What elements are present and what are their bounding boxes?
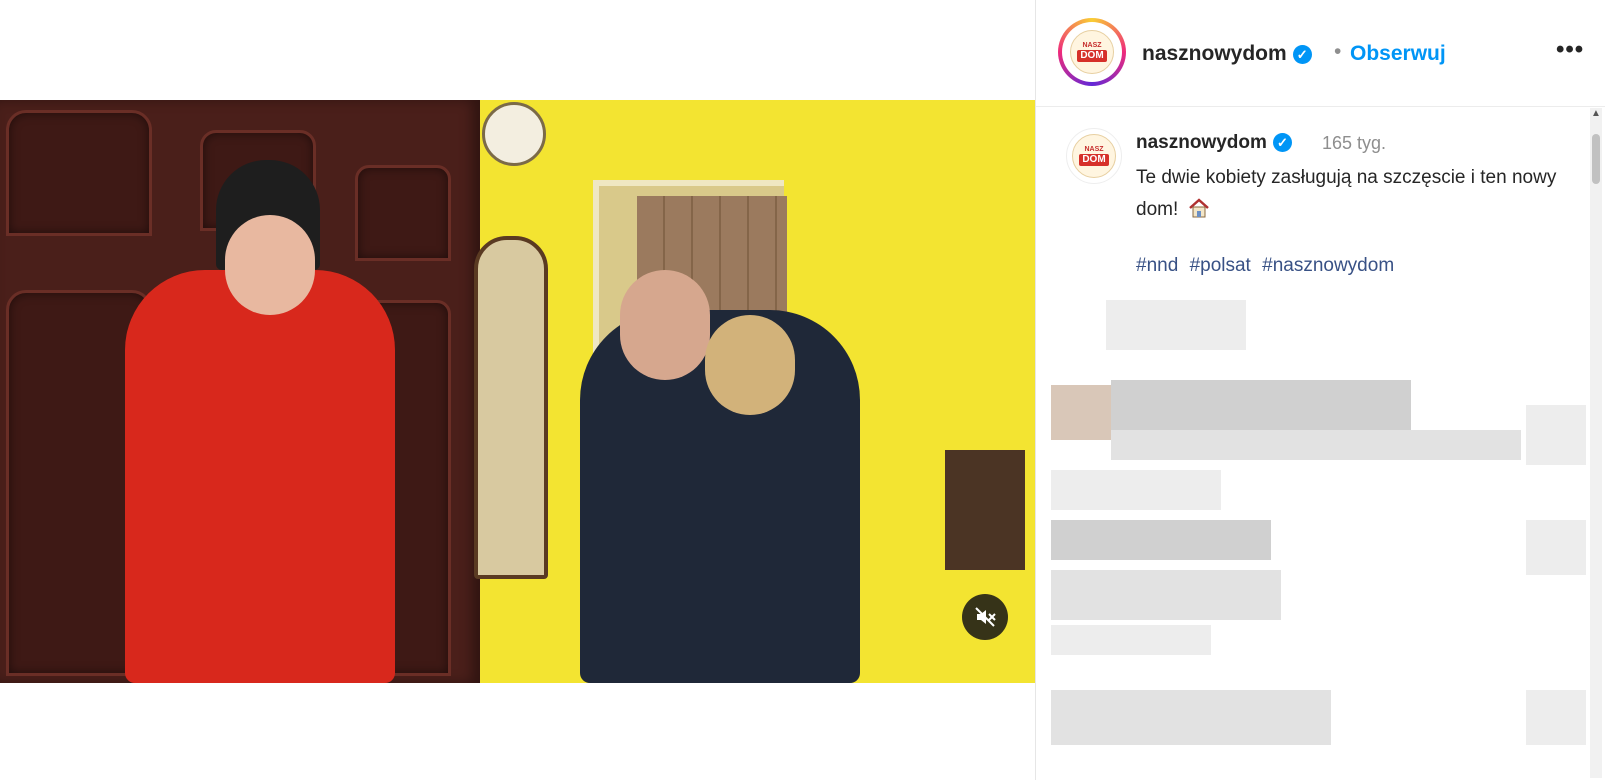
post-time[interactable]: 165 tyg. bbox=[1322, 133, 1386, 154]
scrollbar[interactable]: ▲ bbox=[1590, 108, 1602, 778]
caption-logo-bottom-text: DOM bbox=[1079, 154, 1109, 166]
speaker-muted-icon bbox=[975, 607, 996, 627]
mute-button[interactable] bbox=[962, 594, 1008, 640]
caption-avatar[interactable]: NASZ DOM bbox=[1066, 128, 1122, 184]
woman-face bbox=[225, 215, 315, 315]
scroll-thumb[interactable] bbox=[1592, 134, 1600, 184]
brand-logo: NASZ DOM bbox=[1070, 30, 1114, 74]
hashtag-link[interactable]: #nasznowydom bbox=[1262, 255, 1394, 276]
woman-red-jacket bbox=[125, 270, 395, 683]
logo-top-text: NASZ bbox=[1082, 42, 1102, 49]
scroll-up-arrow-icon[interactable]: ▲ bbox=[1590, 108, 1602, 122]
account-name-text: nasznowydom bbox=[1142, 42, 1287, 65]
caption-username-text: nasznowydom bbox=[1136, 132, 1267, 153]
wall-clock bbox=[482, 102, 546, 166]
pixelated-block bbox=[1051, 385, 1111, 440]
older-woman-face bbox=[620, 270, 710, 380]
pixelated-block bbox=[1051, 520, 1271, 560]
pixelated-block bbox=[1051, 570, 1281, 620]
hashtag-link[interactable]: #nnd bbox=[1136, 255, 1178, 276]
media-pane bbox=[0, 0, 1035, 780]
follow-button[interactable]: Obserwuj bbox=[1350, 42, 1446, 66]
pixelated-block bbox=[1111, 430, 1521, 460]
verified-badge-icon: ✓ bbox=[1292, 44, 1312, 64]
pixelated-block bbox=[1526, 405, 1586, 465]
pixelated-block bbox=[1111, 380, 1411, 430]
caption-verified-badge-icon: ✓ bbox=[1272, 133, 1292, 153]
logo-bottom-text: DOM bbox=[1077, 50, 1107, 62]
pixelated-block bbox=[1051, 690, 1331, 745]
caption-username[interactable]: nasznowydom ✓ bbox=[1136, 132, 1292, 154]
pixelated-block bbox=[1526, 520, 1586, 575]
hashtag-link[interactable]: #polsat bbox=[1190, 255, 1251, 276]
caption-logo-top-text: NASZ bbox=[1084, 146, 1104, 153]
profile-avatar[interactable]: NASZ DOM bbox=[1058, 18, 1126, 86]
account-name[interactable]: nasznowydom ✓ bbox=[1142, 42, 1312, 66]
pixelated-block bbox=[1526, 690, 1586, 745]
more-options-icon[interactable]: ••• bbox=[1556, 36, 1584, 64]
post-sidebar: NASZ DOM nasznowydom ✓ • Obserwuj ••• NAS… bbox=[1035, 0, 1605, 780]
caption-text-block: Te dwie kobiety zasługują na szczęscie i… bbox=[1136, 162, 1566, 226]
avatar-inner: NASZ DOM bbox=[1062, 22, 1122, 82]
wall-mirror bbox=[474, 236, 548, 579]
pixelated-block bbox=[1051, 625, 1211, 655]
wooden-house-model bbox=[945, 450, 1025, 570]
wardrobe-panel bbox=[6, 110, 152, 236]
caption-brand-logo: NASZ DOM bbox=[1072, 134, 1116, 178]
wardrobe-panel bbox=[355, 165, 451, 261]
house-icon bbox=[1188, 198, 1209, 218]
pixelated-block bbox=[1051, 470, 1221, 510]
hashtag-list: #nnd #polsat #nasznowydom bbox=[1136, 255, 1400, 277]
pixelated-block bbox=[1106, 300, 1246, 350]
separator-dot: • bbox=[1334, 40, 1342, 63]
post-header: NASZ DOM nasznowydom ✓ • Obserwuj ••• bbox=[1036, 0, 1605, 107]
blonde-woman-head bbox=[705, 315, 795, 415]
post-video[interactable] bbox=[0, 100, 1035, 683]
